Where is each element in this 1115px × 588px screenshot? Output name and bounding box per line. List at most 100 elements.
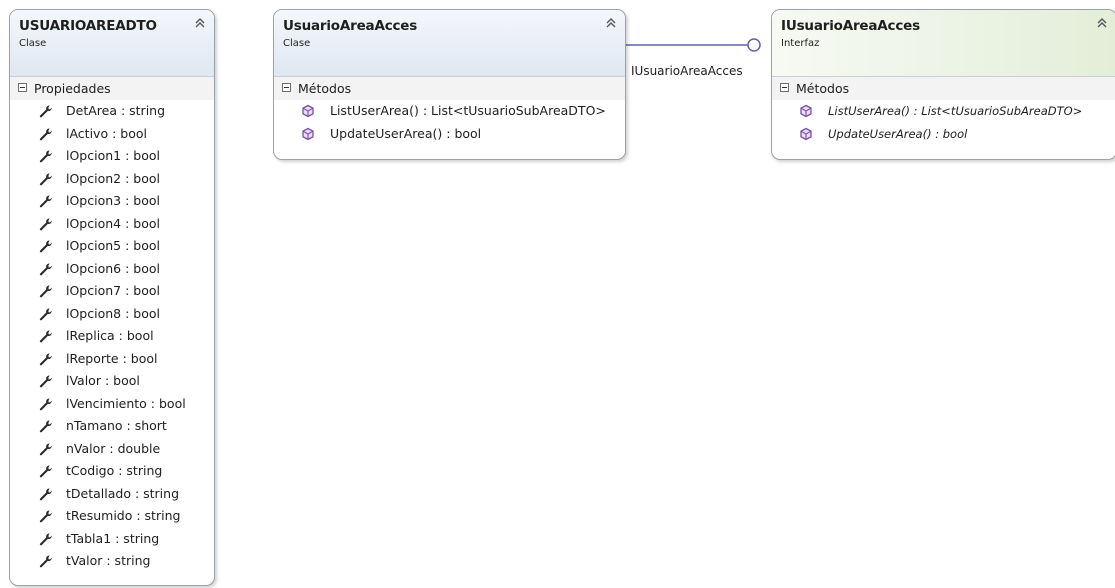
- property-signature: lOpcion5 : bool: [66, 238, 160, 253]
- wrench-property-icon: [39, 262, 52, 275]
- property-signature: tValor : string: [66, 553, 151, 568]
- property-item[interactable]: nTamano : short: [10, 415, 214, 438]
- class-header: UsuarioAreaAcces Clase: [274, 10, 625, 77]
- collapse-minus-icon[interactable]: [282, 83, 291, 92]
- wrench-property-icon: [39, 555, 52, 568]
- property-item[interactable]: lOpcion6 : bool: [10, 258, 214, 281]
- property-item[interactable]: lActivo : bool: [10, 123, 214, 146]
- section-label: Métodos: [298, 81, 352, 96]
- method-signature: UpdateUserArea() : bool: [330, 125, 482, 141]
- property-signature: nTamano : short: [66, 418, 167, 433]
- property-signature: tTabla1 : string: [66, 530, 160, 546]
- method-item[interactable]: UpdateUserArea() : bool: [274, 123, 625, 146]
- section-header-propiedades[interactable]: Propiedades: [10, 77, 214, 100]
- wrench-property-icon: [39, 465, 52, 478]
- property-item[interactable]: lOpcion3 : bool: [10, 190, 214, 213]
- collapse-minus-icon[interactable]: [18, 83, 27, 92]
- property-item[interactable]: tTabla1 : string: [10, 528, 214, 551]
- class-usuarioareadto[interactable]: USUARIOAREADTO Clase Propiedades DetArea…: [9, 9, 215, 586]
- method-cube-icon: [800, 104, 812, 118]
- wrench-property-icon: [39, 375, 52, 388]
- wrench-property-icon: [39, 442, 52, 455]
- class-header: USUARIOAREADTO Clase: [10, 10, 214, 77]
- wrench-property-icon: [39, 510, 52, 523]
- class-title: UsuarioAreaAcces: [283, 18, 418, 34]
- wrench-property-icon: [39, 150, 52, 163]
- wrench-property-icon: [39, 330, 52, 343]
- class-stereotype: Clase: [19, 38, 47, 49]
- collapse-chevron-icon[interactable]: [605, 16, 617, 30]
- interface-header: IUsuarioAreaAcces Interfaz: [772, 10, 1115, 77]
- property-item[interactable]: lValor : bool: [10, 370, 214, 393]
- property-item[interactable]: lOpcion4 : bool: [10, 213, 214, 236]
- wrench-property-icon: [39, 307, 52, 320]
- property-signature: lVencimiento : bool: [66, 395, 186, 411]
- class-title: USUARIOAREADTO: [19, 18, 157, 34]
- property-item[interactable]: lReplica : bool: [10, 325, 214, 348]
- wrench-property-icon: [39, 105, 52, 118]
- wrench-property-icon: [39, 487, 52, 500]
- method-cube-icon: [302, 127, 314, 140]
- method-item[interactable]: UpdateUserArea() : bool: [772, 123, 1115, 146]
- property-item[interactable]: tResumido : string: [10, 505, 214, 528]
- property-signature: DetArea : string: [66, 103, 166, 118]
- interface-stereotype: Interfaz: [781, 38, 820, 49]
- property-signature: tDetallado : string: [66, 485, 180, 501]
- method-signature: ListUserArea() : List<tUsuarioSubAreaDTO…: [828, 104, 1083, 118]
- property-item[interactable]: lReporte : bool: [10, 348, 214, 371]
- method-signature: ListUserArea() : List<tUsuarioSubAreaDTO…: [330, 103, 606, 118]
- property-signature: lOpcion8 : bool: [66, 305, 160, 321]
- method-item[interactable]: ListUserArea() : List<tUsuarioSubAreaDTO…: [274, 100, 625, 123]
- lollipop-interface-circle: [747, 38, 761, 52]
- property-item[interactable]: lVencimiento : bool: [10, 393, 214, 416]
- property-signature: lOpcion1 : bool: [66, 148, 160, 163]
- section-header-metodos[interactable]: Métodos: [274, 77, 625, 100]
- connector-label: IUsuarioAreaAcces: [631, 64, 743, 78]
- section-label: Métodos: [796, 81, 850, 96]
- section-label: Propiedades: [34, 81, 111, 96]
- property-item[interactable]: lOpcion7 : bool: [10, 280, 214, 303]
- wrench-property-icon: [39, 397, 52, 410]
- wrench-property-icon: [39, 532, 52, 545]
- property-signature: tResumido : string: [66, 508, 181, 523]
- class-usuarioareaacces[interactable]: UsuarioAreaAcces Clase Métodos ListUserA…: [273, 9, 626, 160]
- method-item[interactable]: ListUserArea() : List<tUsuarioSubAreaDTO…: [772, 100, 1115, 123]
- property-signature: lReplica : bool: [66, 328, 154, 343]
- property-signature: lActivo : bool: [66, 125, 147, 141]
- property-item[interactable]: lOpcion2 : bool: [10, 168, 214, 191]
- property-item[interactable]: nValor : double: [10, 438, 214, 461]
- property-item[interactable]: lOpcion5 : bool: [10, 235, 214, 258]
- property-signature: lReporte : bool: [66, 350, 158, 366]
- property-item[interactable]: lOpcion1 : bool: [10, 145, 214, 168]
- property-item[interactable]: tDetallado : string: [10, 483, 214, 506]
- property-item[interactable]: tCodigo : string: [10, 460, 214, 483]
- property-item[interactable]: tValor : string: [10, 550, 214, 573]
- collapse-chevron-icon[interactable]: [194, 16, 206, 30]
- interface-iusuarioareaacces[interactable]: IUsuarioAreaAcces Interfaz Métodos ListU…: [771, 9, 1115, 160]
- member-list: ListUserArea() : List<tUsuarioSubAreaDTO…: [772, 100, 1115, 145]
- collapse-minus-icon[interactable]: [780, 83, 789, 92]
- wrench-property-icon: [39, 127, 52, 140]
- wrench-property-icon: [39, 352, 52, 365]
- collapse-chevron-icon[interactable]: [1096, 16, 1108, 30]
- method-cube-icon: [800, 127, 812, 140]
- wrench-property-icon: [39, 240, 52, 253]
- method-cube-icon: [302, 104, 314, 118]
- class-stereotype: Clase: [283, 38, 311, 49]
- property-signature: lOpcion4 : bool: [66, 215, 160, 231]
- property-signature: lOpcion3 : bool: [66, 193, 160, 208]
- property-item[interactable]: DetArea : string: [10, 100, 214, 123]
- interface-title: IUsuarioAreaAcces: [781, 18, 920, 34]
- property-signature: lOpcion6 : bool: [66, 260, 160, 276]
- property-item[interactable]: lOpcion8 : bool: [10, 303, 214, 326]
- wrench-property-icon: [39, 217, 52, 230]
- property-signature: lOpcion7 : bool: [66, 283, 160, 298]
- wrench-property-icon: [39, 285, 52, 298]
- section-header-metodos[interactable]: Métodos: [772, 77, 1115, 100]
- member-list: DetArea : string lActivo : bool lOpcion1 :…: [10, 100, 214, 573]
- wrench-property-icon: [39, 195, 52, 208]
- property-signature: lOpcion2 : bool: [66, 170, 160, 186]
- property-signature: nValor : double: [66, 440, 161, 456]
- wrench-property-icon: [39, 420, 52, 433]
- property-signature: tCodigo : string: [66, 463, 163, 478]
